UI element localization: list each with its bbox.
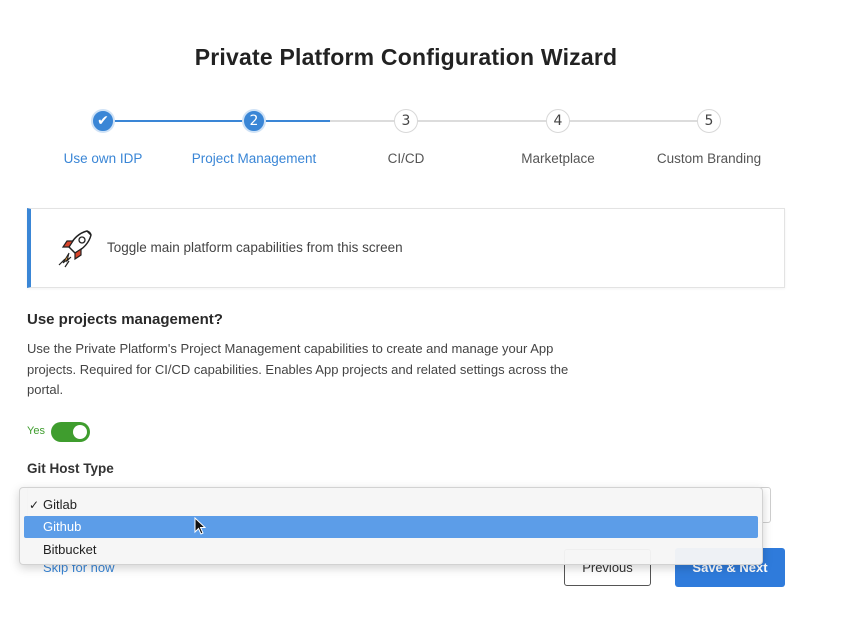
info-banner: Toggle main platform capabilities from t… [27,208,785,288]
section-title: Use projects management? [27,311,223,328]
option-label: Github [43,519,82,534]
step-5-circle[interactable]: 5 [697,109,721,133]
step-4-circle[interactable]: 4 [546,109,570,133]
section-description: Use the Private Platform's Project Manag… [27,341,569,397]
info-text: Toggle main platform capabilities from t… [107,240,403,255]
projects-management-toggle[interactable] [51,422,90,442]
step-1-check-icon[interactable]: ✔ [91,109,115,133]
git-host-dropdown-menu: ✓ Gitlab Github Bitbucket [19,487,763,565]
step-4-label[interactable]: Marketplace [478,151,638,166]
checkmark-icon: ✓ [29,498,40,512]
option-gitlab[interactable]: ✓ Gitlab [24,494,758,516]
step-2-circle[interactable]: 2 [242,109,266,133]
step-1-label[interactable]: Use own IDP [23,151,183,166]
mouse-cursor-icon [194,517,206,535]
rocket-icon [58,230,92,268]
step-2-label[interactable]: Project Management [174,151,334,166]
step-5-label[interactable]: Custom Branding [629,151,789,166]
toggle-knob [73,425,87,439]
option-github[interactable]: Github [24,516,758,538]
option-label: Bitbucket [43,542,97,557]
wizard-stepper: ✔ 2 3 4 5 Use own IDP Project Management… [0,0,843,180]
git-host-type-label: Git Host Type [27,461,114,476]
stepper-progress-line [103,120,330,122]
option-label: Gitlab [43,497,77,512]
option-bitbucket[interactable]: Bitbucket [24,539,758,561]
stepper-remaining-line [330,120,709,122]
step-3-circle[interactable]: 3 [394,109,418,133]
toggle-label: Yes [27,425,45,437]
step-3-label[interactable]: CI/CD [326,151,486,166]
